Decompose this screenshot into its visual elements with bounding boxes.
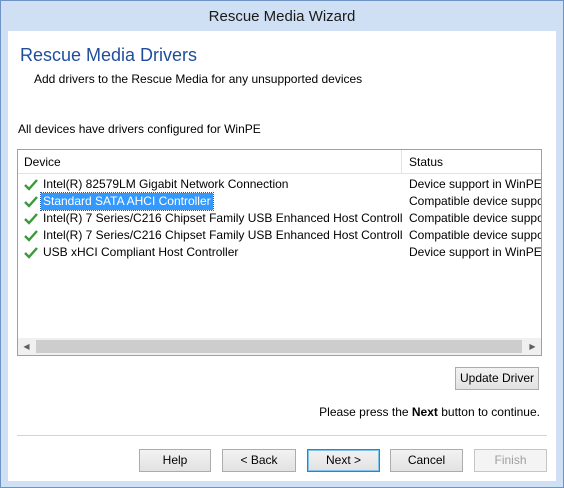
horizontal-scrollbar[interactable]: ◀ ▶ [18,338,541,355]
device-name: Intel(R) 82579LM Gigabit Network Connect… [43,177,289,191]
green-check-icon [24,230,38,242]
device-row[interactable]: Intel(R) 7 Series/C216 Chipset Family US… [18,227,541,244]
wizard-content: Rescue Media Drivers Add drivers to the … [8,31,556,481]
wizard-window: Rescue Media Wizard Rescue Media Drivers… [0,0,564,488]
window-title: Rescue Media Wizard [208,8,356,25]
device-row[interactable]: Intel(R) 7 Series/C216 Chipset Family US… [18,210,541,227]
device-name: Intel(R) 7 Series/C216 Chipset Family US… [43,211,403,225]
help-button[interactable]: Help [139,449,211,472]
title-bar[interactable]: Rescue Media Wizard [1,1,563,31]
scroll-left-icon[interactable]: ◀ [18,338,35,355]
device-row[interactable]: Standard SATA AHCI Controller Compatible… [18,192,541,211]
green-check-icon [24,213,38,225]
device-status: Device support in WinPE [409,177,541,191]
device-name: USB xHCI Compliant Host Controller [43,245,239,259]
green-check-icon [24,179,38,191]
cancel-button[interactable]: Cancel [390,449,463,472]
scroll-right-icon[interactable]: ▶ [524,338,541,355]
device-list[interactable]: Device Status Intel(R) 82579LM Gigabit N… [17,149,542,356]
green-check-icon [24,196,38,208]
device-status: Compatible device support [409,228,541,242]
device-row[interactable]: Intel(R) 82579LM Gigabit Network Connect… [18,176,541,193]
device-name: Intel(R) 7 Series/C216 Chipset Family US… [43,228,403,242]
update-driver-button[interactable]: Update Driver [455,367,539,390]
hint-suffix: button to continue. [441,405,540,419]
device-status: Compatible device support [409,194,541,208]
footer-separator [17,435,547,436]
hint-emphasis: Next [411,405,438,419]
green-check-icon [24,247,38,259]
device-list-header: Device Status [18,150,541,174]
back-button[interactable]: < Back [222,449,296,472]
finish-button: Finish [474,449,547,472]
driver-info-text: All devices have drivers configured for … [18,122,261,136]
device-status: Compatible device support [409,211,541,225]
device-row[interactable]: USB xHCI Compliant Host Controller Devic… [18,244,541,261]
device-name: Standard SATA AHCI Controller [40,192,214,211]
continue-hint: Please press the Next button to continue… [319,405,540,419]
column-header-device[interactable]: Device [18,150,402,174]
page-subheading: Add drivers to the Rescue Media for any … [34,72,363,86]
device-status: Device support in WinPE [409,245,541,259]
column-header-status[interactable]: Status [403,150,541,174]
hint-prefix: Please press the [319,405,409,419]
scrollbar-thumb[interactable] [36,340,522,353]
next-button[interactable]: Next > [307,449,380,472]
page-heading: Rescue Media Drivers [20,45,198,65]
